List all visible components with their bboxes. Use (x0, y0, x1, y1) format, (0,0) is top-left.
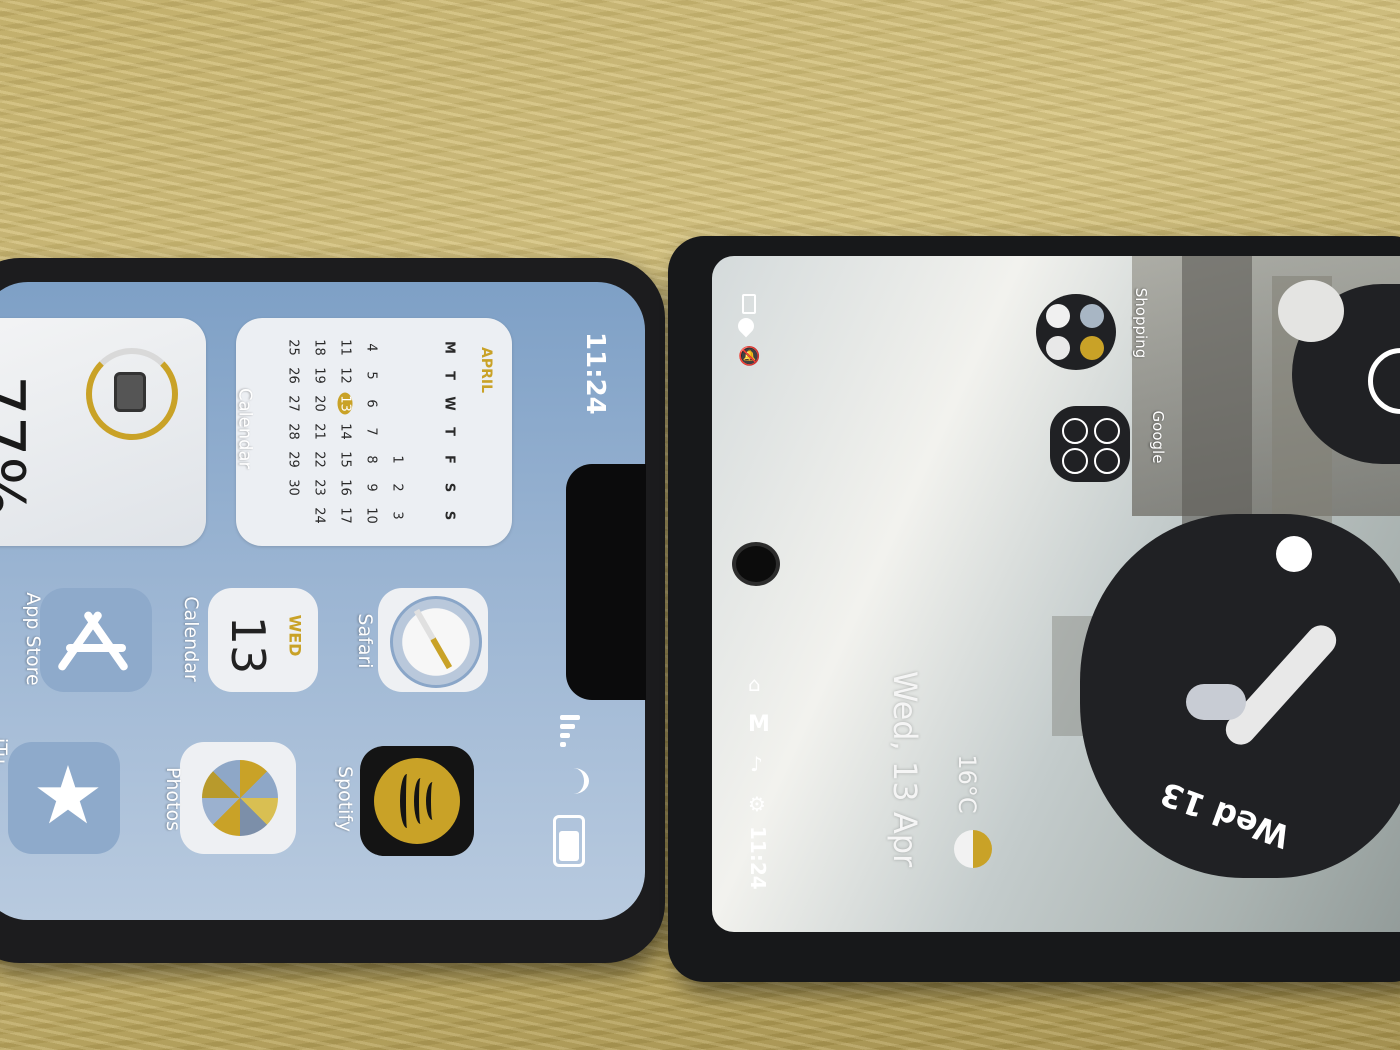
calendar-day: 26 (285, 367, 301, 384)
clock-second-dot (1276, 536, 1312, 572)
calendar-day: 17 (337, 507, 353, 524)
calendar-day: 3 (389, 511, 405, 520)
calendar-month: APRIL (478, 346, 494, 393)
wifi-icon (558, 768, 589, 794)
calendar-day: 2 (389, 483, 405, 492)
calendar-weekday: T (441, 427, 457, 436)
calendar-day: 15 (337, 451, 353, 468)
shopping-folder[interactable] (1036, 294, 1116, 370)
clock-hour-hand (1186, 684, 1246, 720)
android-status-time: 11:24 (746, 826, 770, 890)
android-date: Wed, 13 Apr (886, 670, 924, 868)
battery-icon (553, 815, 585, 867)
itunes-store-app[interactable]: ★ (8, 742, 120, 854)
calendar-day: 23 (311, 479, 327, 496)
calendar-weekday: T (441, 371, 457, 380)
photos-label: Photos (162, 766, 184, 832)
calendar-weekday: S (441, 482, 457, 493)
battery-widget[interactable]: 77% (0, 318, 206, 546)
cellular-signal-icon (560, 715, 580, 755)
calendar-day: 7 (363, 427, 379, 436)
google-folder[interactable] (1050, 406, 1130, 482)
google-app-icon-4 (1094, 448, 1120, 474)
calendar-day: 27 (285, 395, 301, 412)
calendar-day: 8 (363, 455, 379, 464)
mute-icon: 🔕 (738, 346, 761, 367)
app-store-label: App Store (22, 592, 44, 686)
star-icon: ★ (32, 749, 104, 842)
photos-icon (202, 760, 278, 836)
calendar-day: 29 (285, 451, 301, 468)
settings-icon: ⚙ (748, 792, 766, 816)
ios-status-time: 11:24 (580, 332, 610, 415)
calendar-weekday: M (441, 341, 457, 354)
gmail-icon: M (748, 712, 770, 737)
calendar-day: 21 (311, 423, 327, 440)
phone-battery-icon (114, 372, 146, 412)
shopping-app-icon (1046, 304, 1070, 328)
shopping-folder-label: Shopping (1132, 287, 1150, 359)
weather-icon (954, 830, 992, 868)
calendar-day: 10 (363, 507, 379, 524)
google-app-icon-3 (1062, 448, 1088, 474)
calendar-day: 5 (363, 371, 379, 380)
calendar-day: 11 (337, 339, 353, 356)
calendar-day: 24 (311, 507, 327, 524)
calendar-day: 30 (285, 479, 301, 496)
calendar-widget-label: Calendar (234, 388, 256, 469)
calendar-day: 6 (363, 399, 379, 408)
front-camera (732, 542, 780, 586)
calendar-day: 18 (311, 339, 327, 356)
calendar-day: 1 (389, 455, 405, 464)
calendar-weekday: W (441, 396, 457, 411)
photos-app[interactable] (180, 742, 296, 854)
calendar-day: 14 (337, 423, 353, 440)
calendar-weekday: S (441, 510, 457, 521)
tiktok-icon: ♪ (750, 752, 763, 776)
calendar-day: 13 (337, 392, 353, 415)
battery-icon-android (742, 294, 756, 314)
iphone-notch (566, 464, 646, 700)
google-app-icon-2 (1094, 418, 1120, 444)
calendar-day: 4 (363, 343, 379, 352)
safari-app[interactable] (378, 588, 488, 692)
safari-label: Safari (354, 613, 376, 669)
spotify-label: Spotify (334, 765, 356, 833)
calendar-day: 16 (337, 479, 353, 496)
calendar-day: 12 (337, 367, 353, 384)
shopping-app-icon-4 (1080, 336, 1104, 360)
calendar-day: 9 (363, 483, 379, 492)
clock-minute-hand (1219, 619, 1343, 751)
itunes-label: iTu (0, 737, 11, 765)
calendar-grid: M T W T F S S 1 2 3 4 5 6 7 8 9 10 11 12 13 14 15 16 17 18 19 20 21… (258, 332, 468, 532)
app-store-app[interactable] (40, 588, 152, 692)
media-shortcut-button[interactable] (1278, 280, 1344, 342)
google-folder-label: Google (1149, 410, 1167, 464)
shopping-app-icon-2 (1080, 304, 1104, 328)
calendar-app-day: 13 (221, 615, 275, 675)
calendar-app[interactable]: WED 13 (208, 588, 318, 692)
spotify-app[interactable] (360, 746, 474, 856)
google-app-icon (1062, 418, 1088, 444)
android-temperature: 16°C (953, 754, 981, 814)
calendar-day: 19 (311, 367, 327, 384)
home-icon: ⌂ (748, 672, 761, 696)
battery-percent: 77% (0, 375, 37, 518)
play-icon[interactable] (1368, 348, 1400, 414)
calendar-app-label: Calendar (180, 596, 202, 682)
calendar-day: 28 (285, 423, 301, 440)
calendar-day: 20 (311, 395, 327, 412)
calendar-day: 22 (311, 451, 327, 468)
shopping-app-icon-3 (1046, 336, 1070, 360)
calendar-day: 25 (285, 339, 301, 356)
calendar-app-weekday: WED (285, 614, 305, 657)
calendar-weekday: F (441, 455, 457, 464)
